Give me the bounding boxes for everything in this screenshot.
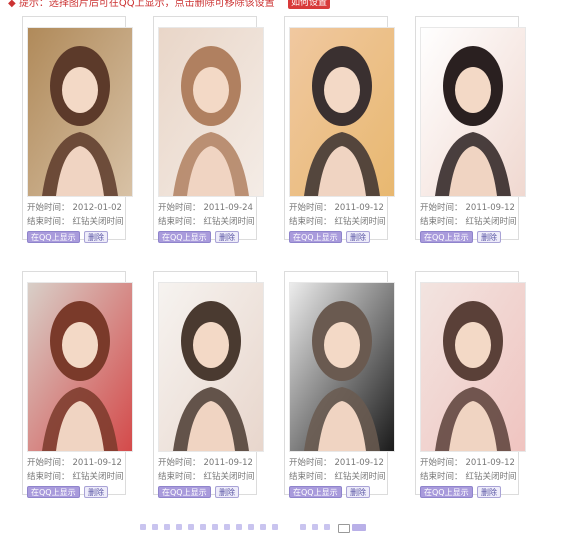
delete-button[interactable]: 删除 xyxy=(84,486,108,498)
delete-button[interactable]: 删除 xyxy=(477,486,501,498)
delete-button[interactable]: 删除 xyxy=(84,231,108,243)
go-button[interactable] xyxy=(352,524,366,531)
start-time: 开始时间： 2011-09-12 xyxy=(158,458,253,468)
start-time: 开始时间： 2011-09-12 xyxy=(27,458,122,468)
photo-girl-quilted-wall[interactable] xyxy=(27,27,133,197)
show-on-qq-button[interactable]: 在QQ上显示 xyxy=(289,486,342,498)
photo-card: 开始时间： 2011-09-12 结束时间： 红钻关闭时间 在QQ上显示 删除 xyxy=(22,271,133,498)
page-dot[interactable] xyxy=(212,524,218,530)
photo-couple[interactable] xyxy=(289,27,395,197)
end-time: 结束时间： 红钻关闭时间 xyxy=(158,217,255,227)
page-dot[interactable] xyxy=(176,524,182,530)
page-dot[interactable] xyxy=(224,524,230,530)
photo-card: 开始时间： 2011-09-12 结束时间： 红钻关闭时间 在QQ上显示 删除 xyxy=(284,271,395,498)
end-time: 结束时间： 红钻关闭时间 xyxy=(420,472,517,482)
delete-button[interactable]: 删除 xyxy=(215,486,239,498)
page-dot[interactable] xyxy=(272,524,278,530)
delete-button[interactable]: 删除 xyxy=(346,486,370,498)
show-on-qq-button[interactable]: 在QQ上显示 xyxy=(27,486,80,498)
photo-card: 开始时间： 2011-09-12 结束时间： 红钻关闭时间 在QQ上显示 删除 xyxy=(284,16,395,243)
photo-card: 开始时间： 2011-09-12 结束时间： 红钻关闭时间 在QQ上显示 删除 xyxy=(415,271,526,498)
page-dot[interactable] xyxy=(300,524,306,530)
photo-girl-lying[interactable] xyxy=(158,27,264,197)
page-dot[interactable] xyxy=(236,524,242,530)
start-time: 开始时间： 2011-09-24 xyxy=(158,203,253,213)
show-on-qq-button[interactable]: 在QQ上显示 xyxy=(158,486,211,498)
photo-card: 开始时间： 2011-09-12 结束时间： 红钻关闭时间 在QQ上显示 删除 xyxy=(415,16,526,243)
end-time: 结束时间： 红钻关闭时间 xyxy=(289,217,386,227)
end-time: 结束时间： 红钻关闭时间 xyxy=(27,472,124,482)
photo-girl-sitting[interactable] xyxy=(158,282,264,452)
page-dot[interactable] xyxy=(164,524,170,530)
delete-button[interactable]: 删除 xyxy=(346,231,370,243)
top-notice-bar: ◆ 提示：选择图片后可在QQ上显示，点击删除可移除该设置 如何设置 xyxy=(0,0,574,10)
end-time: 结束时间： 红钻关闭时间 xyxy=(289,472,386,482)
photo-girl-dark-hair[interactable] xyxy=(420,27,526,197)
end-time: 结束时间： 红钻关闭时间 xyxy=(158,472,255,482)
page-dot[interactable] xyxy=(188,524,194,530)
photo-card: 开始时间： 2012-01-02 结束时间： 红钻关闭时间 在QQ上显示 删除 xyxy=(22,16,133,243)
photo-card: 开始时间： 2011-09-12 结束时间： 红钻关闭时间 在QQ上显示 删除 xyxy=(153,271,264,498)
page-dot[interactable] xyxy=(260,524,266,530)
photo-girl-pink-dress[interactable] xyxy=(420,282,526,452)
show-on-qq-button[interactable]: 在QQ上显示 xyxy=(289,231,342,243)
page-dot[interactable] xyxy=(200,524,206,530)
photo-card: 开始时间： 2011-09-24 结束时间： 红钻关闭时间 在QQ上显示 删除 xyxy=(153,16,264,243)
start-time: 开始时间： 2011-09-12 xyxy=(289,458,384,468)
show-on-qq-button[interactable]: 在QQ上显示 xyxy=(420,486,473,498)
show-on-qq-button[interactable]: 在QQ上显示 xyxy=(158,231,211,243)
page-dot[interactable] xyxy=(140,524,146,530)
page-input[interactable] xyxy=(338,524,350,533)
page-dot[interactable] xyxy=(152,524,158,530)
start-time: 开始时间： 2012-01-02 xyxy=(27,203,122,213)
help-link[interactable]: 如何设置 xyxy=(288,0,331,9)
delete-button[interactable]: 删除 xyxy=(215,231,239,243)
photo-girl-sunglasses[interactable] xyxy=(289,282,395,452)
end-time: 结束时间： 红钻关闭时间 xyxy=(420,217,517,227)
delete-button[interactable]: 删除 xyxy=(477,231,501,243)
show-on-qq-button[interactable]: 在QQ上显示 xyxy=(420,231,473,243)
show-on-qq-button[interactable]: 在QQ上显示 xyxy=(27,231,80,243)
page-dot[interactable] xyxy=(324,524,330,530)
end-time: 结束时间： 红钻关闭时间 xyxy=(27,217,124,227)
page-dot[interactable] xyxy=(248,524,254,530)
start-time: 开始时间： 2011-09-12 xyxy=(420,203,515,213)
photo-girl-striped-top[interactable] xyxy=(27,282,133,452)
start-time: 开始时间： 2011-09-12 xyxy=(420,458,515,468)
notice-text: ◆ 提示：选择图片后可在QQ上显示，点击删除可移除该设置 xyxy=(8,0,275,9)
page-dot[interactable] xyxy=(312,524,318,530)
start-time: 开始时间： 2011-09-12 xyxy=(289,203,384,213)
